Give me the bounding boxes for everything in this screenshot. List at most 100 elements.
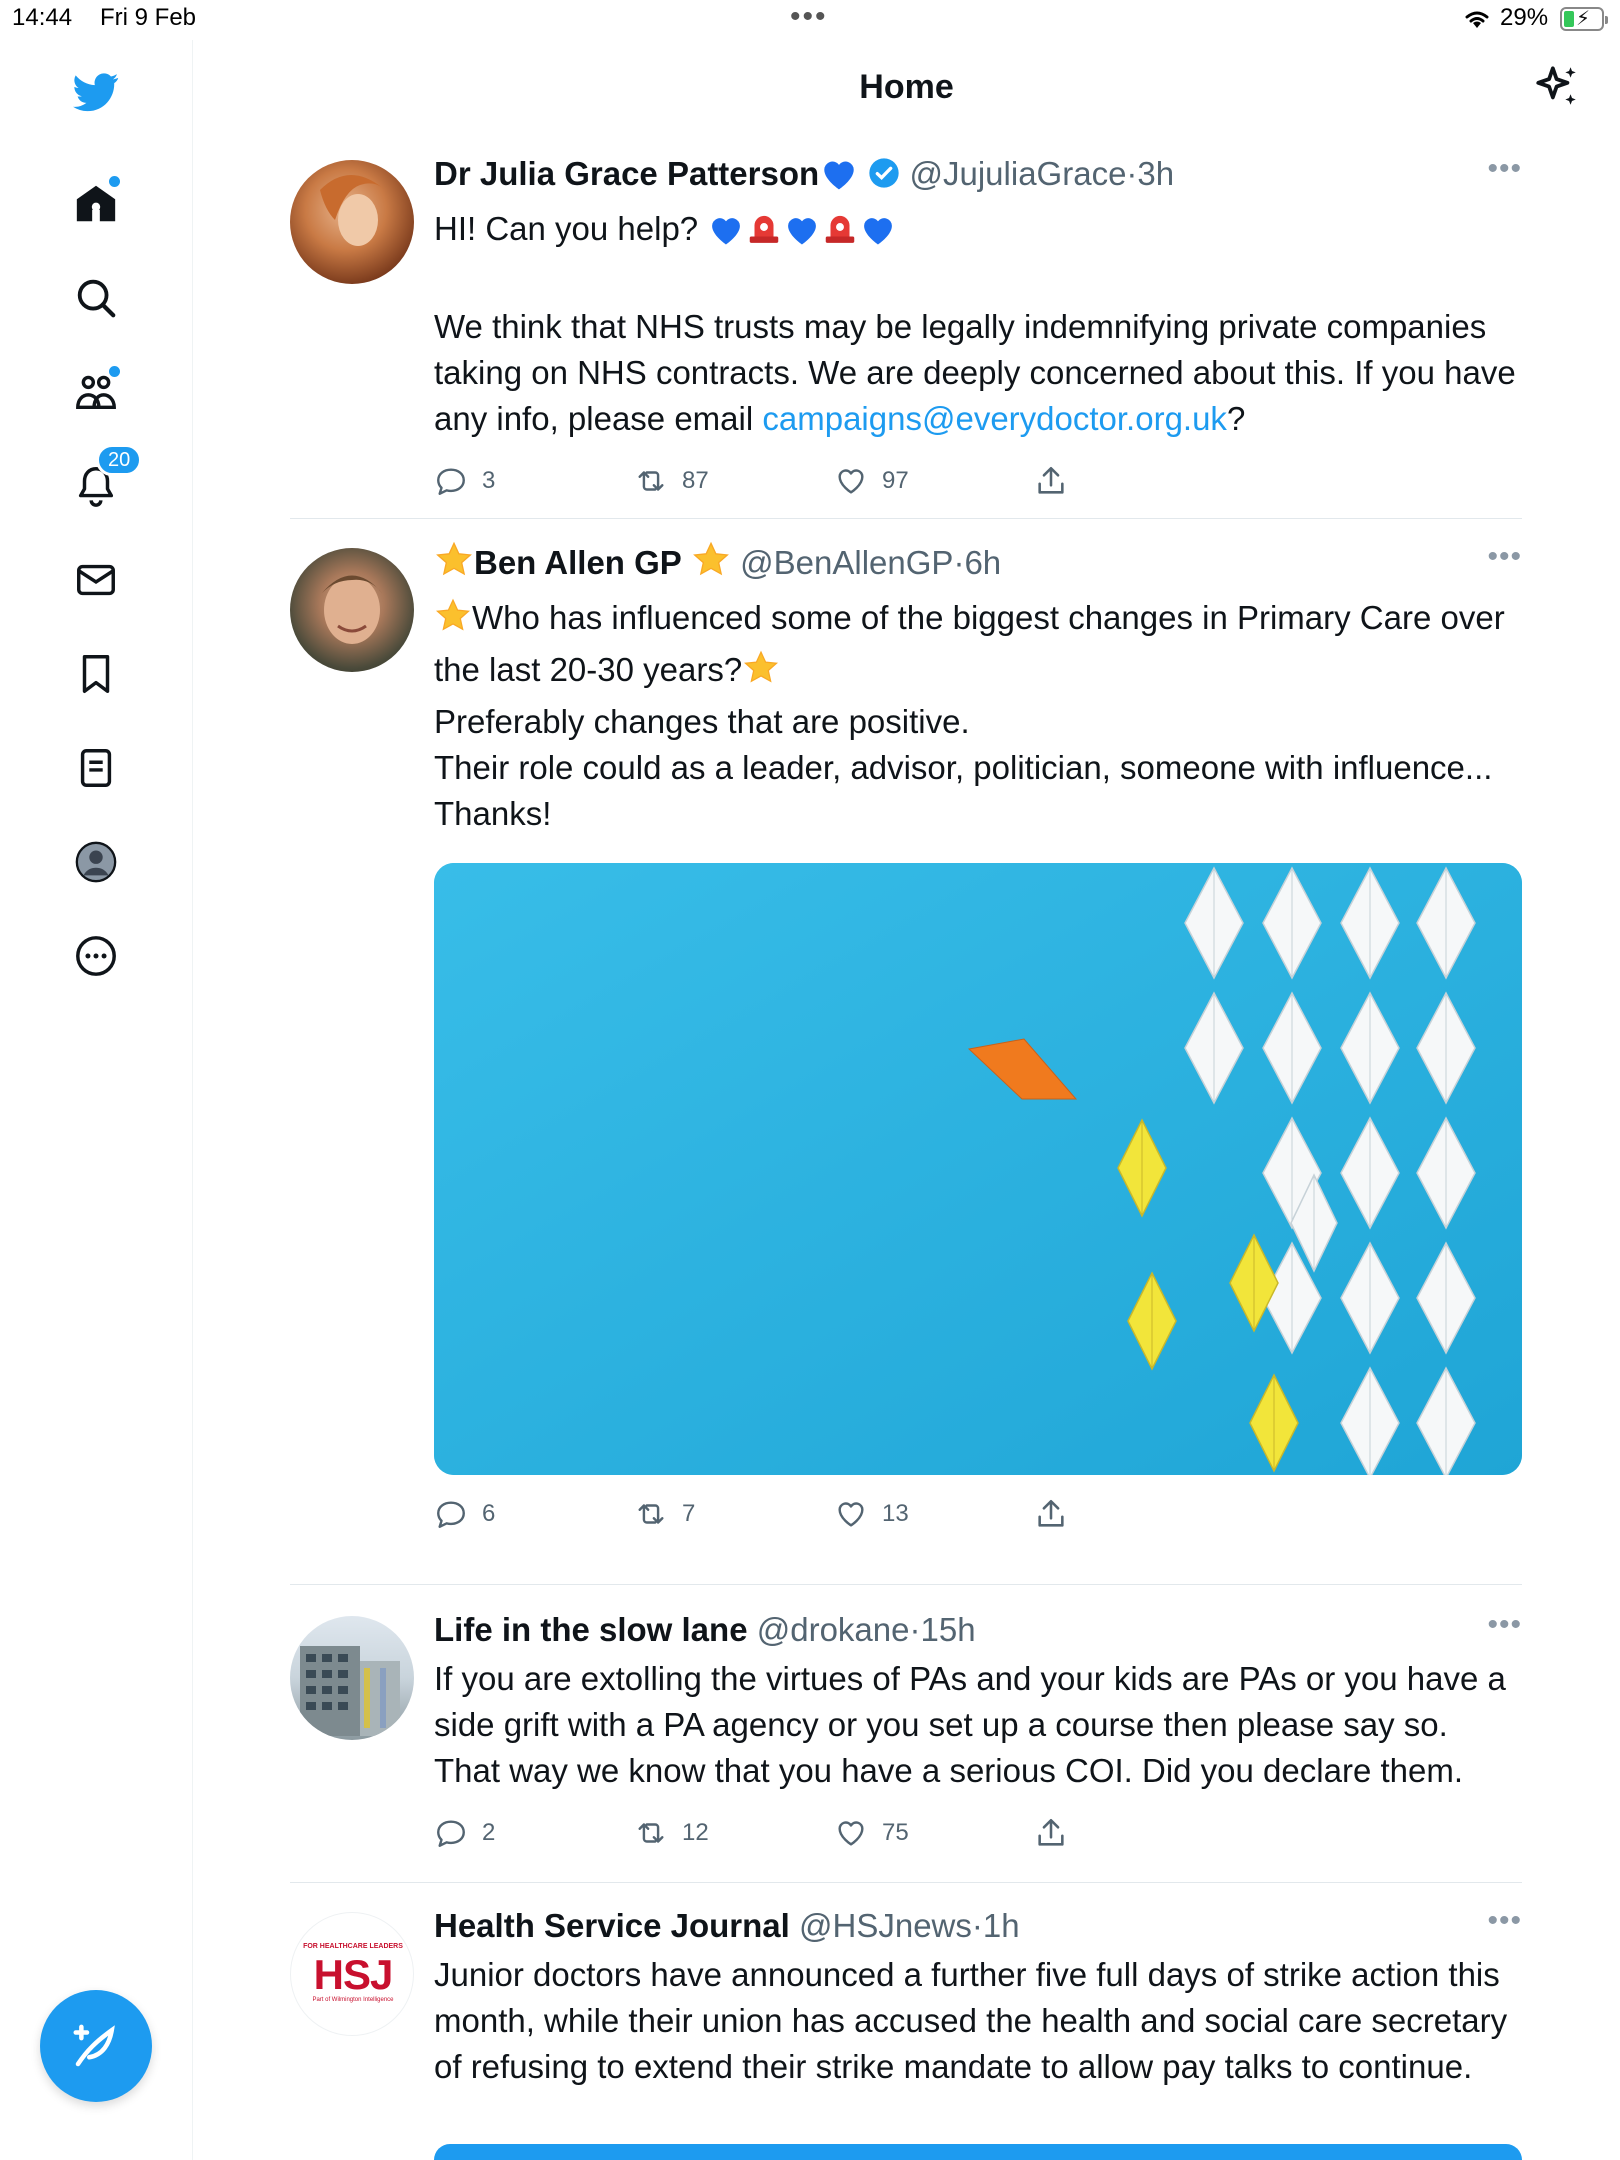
avatar[interactable] [290,1616,414,1740]
nav-communities[interactable] [66,362,126,422]
blue-heart-icon [859,212,897,258]
separator-dot: · [971,1907,983,1944]
status-date: Fri 9 Feb [100,4,197,31]
home-unread-dot [107,174,122,189]
retweet-button[interactable]: 12 [634,1810,709,1856]
author-name[interactable]: Health Service Journal [434,1907,790,1944]
like-button[interactable]: 75 [834,1810,909,1856]
more-options-icon[interactable]: ••• [1487,540,1522,574]
notifications-badge: 20 [96,444,143,476]
author-name[interactable]: Dr Julia Grace Patterson [434,155,819,192]
blue-heart-icon [783,212,821,258]
tweet-header: Dr Julia Grace Patterson @JujuliaGrace·3… [434,152,1522,202]
tweet-header: Ben Allen GP @BenAllenGP·6h [434,540,1522,591]
profile-icon [75,841,117,883]
author-handle[interactable]: @drokane [757,1611,910,1648]
reply-icon [437,468,465,495]
like-button[interactable]: 13 [834,1491,909,1537]
author-name[interactable]: Life in the slow lane [434,1611,748,1648]
avatar[interactable] [290,548,414,672]
like-count: 97 [882,467,909,494]
reply-button[interactable]: 3 [434,458,495,504]
nav-bookmarks[interactable] [66,644,126,704]
nav-explore[interactable] [66,268,126,328]
reply-icon [437,1820,465,1847]
tweet[interactable]: Ben Allen GP @BenAllenGP·6h ••• Who has … [290,540,1522,1585]
blue-heart-icon [707,212,745,258]
tweet-text: Who has influenced some of the biggest c… [434,595,1522,837]
wifi-icon [1465,11,1489,28]
avatar[interactable] [290,160,414,284]
tweet-text: HI! Can you help? We think that NHS trus… [434,206,1522,442]
heart-icon [838,1502,864,1527]
tweet-actions: 6 7 13 [434,1491,1522,1537]
retweet-button[interactable]: 87 [634,458,709,504]
siren-icon [821,208,859,258]
tweet-time[interactable]: 6h [964,544,1001,581]
tweet-text-line: Who has influenced some of the biggest c… [434,599,1505,688]
tweet-text-line: If you are extolling the virtues of PAs … [434,1660,1506,1789]
nav-home[interactable] [66,174,126,234]
glowing-star-icon [434,597,472,647]
share-button[interactable] [1034,1810,1068,1856]
share-button[interactable] [1034,1491,1068,1537]
tweet[interactable]: Life in the slow lane @drokane·15h ••• I… [290,1608,1522,1883]
compose-feather-icon [73,2024,115,2067]
siren-icon [745,208,783,258]
status-time: 14:44 [12,4,73,31]
retweet-button[interactable]: 7 [634,1491,695,1537]
tweet-header: Life in the slow lane @drokane·15h [434,1608,1522,1652]
sidebar: 20 [0,40,193,2160]
share-button[interactable] [1034,458,1068,504]
bookmark-icon [82,655,110,693]
tweet-text-line: Their role could as a leader, advisor, p… [434,749,1493,786]
compose-tweet-button[interactable] [40,1990,152,2102]
author-name[interactable]: Ben Allen GP [474,544,682,581]
tweet-time[interactable]: 15h [921,1611,976,1648]
share-icon [1038,466,1064,494]
hsj-logo-tagline: FOR HEALTHCARE LEADERS [303,1943,403,1950]
author-handle[interactable]: @BenAllenGP [740,544,953,581]
nav-more[interactable] [66,926,126,986]
multitasking-dots-icon[interactable]: ••• [790,0,828,34]
more-options-icon[interactable]: ••• [1487,152,1522,186]
tweet-text-punct: ? [1226,400,1246,437]
tweet-media-preview[interactable] [434,2144,1522,2160]
nav-messages[interactable] [66,550,126,610]
reply-button[interactable]: 6 [434,1491,495,1537]
hsj-logo-subtitle: Part of Wilmington Intelligence [312,1997,394,2003]
retweet-count: 7 [682,1500,696,1527]
like-button[interactable]: 97 [834,458,909,504]
separator-dot: · [909,1611,921,1648]
verified-badge-icon [869,158,899,188]
tweet[interactable]: FOR HEALTHCARE LEADERS HSJ Part of Wilmi… [290,1904,1522,2160]
status-bar: 14:44 Fri 9 Feb ••• 29% ⚡ [0,0,1620,40]
reply-button[interactable]: 2 [434,1810,495,1856]
more-options-icon[interactable]: ••• [1487,1608,1522,1642]
tweet[interactable]: Dr Julia Grace Patterson @JujuliaGrace·3… [290,152,1522,519]
email-link[interactable]: campaigns@everydoctor.org.uk [762,400,1227,437]
tweet-time[interactable]: 3h [1137,155,1174,192]
nav-profile[interactable] [66,832,126,892]
tweet-text-line: Preferably changes that are positive. [434,703,970,740]
tweet-actions: 3 87 97 [434,458,1522,504]
sparkle-icon[interactable] [1532,62,1582,112]
separator-dot: · [953,544,965,581]
avatar[interactable]: FOR HEALTHCARE LEADERS HSJ Part of Wilmi… [290,1912,414,2036]
page-title: Home [859,68,954,106]
hsj-logo-text: HSJ [313,1951,394,1998]
reply-count: 2 [482,1819,496,1846]
author-handle[interactable]: @HSJnews [799,1907,972,1944]
tweet-image-paper-boats[interactable] [434,863,1522,1475]
more-options-icon[interactable]: ••• [1487,1904,1522,1938]
battery-percent: 29% [1500,4,1549,31]
glowing-star-icon [691,540,731,591]
retweet-icon [638,471,664,491]
nav-notifications[interactable]: 20 [66,444,143,516]
search-icon [77,279,116,318]
retweet-icon [638,1504,664,1524]
nav-lists[interactable] [66,738,126,798]
tweet-time[interactable]: 1h [983,1907,1020,1944]
author-handle[interactable]: @JujuliaGrace [910,155,1127,192]
twitter-logo-icon[interactable] [66,62,126,122]
